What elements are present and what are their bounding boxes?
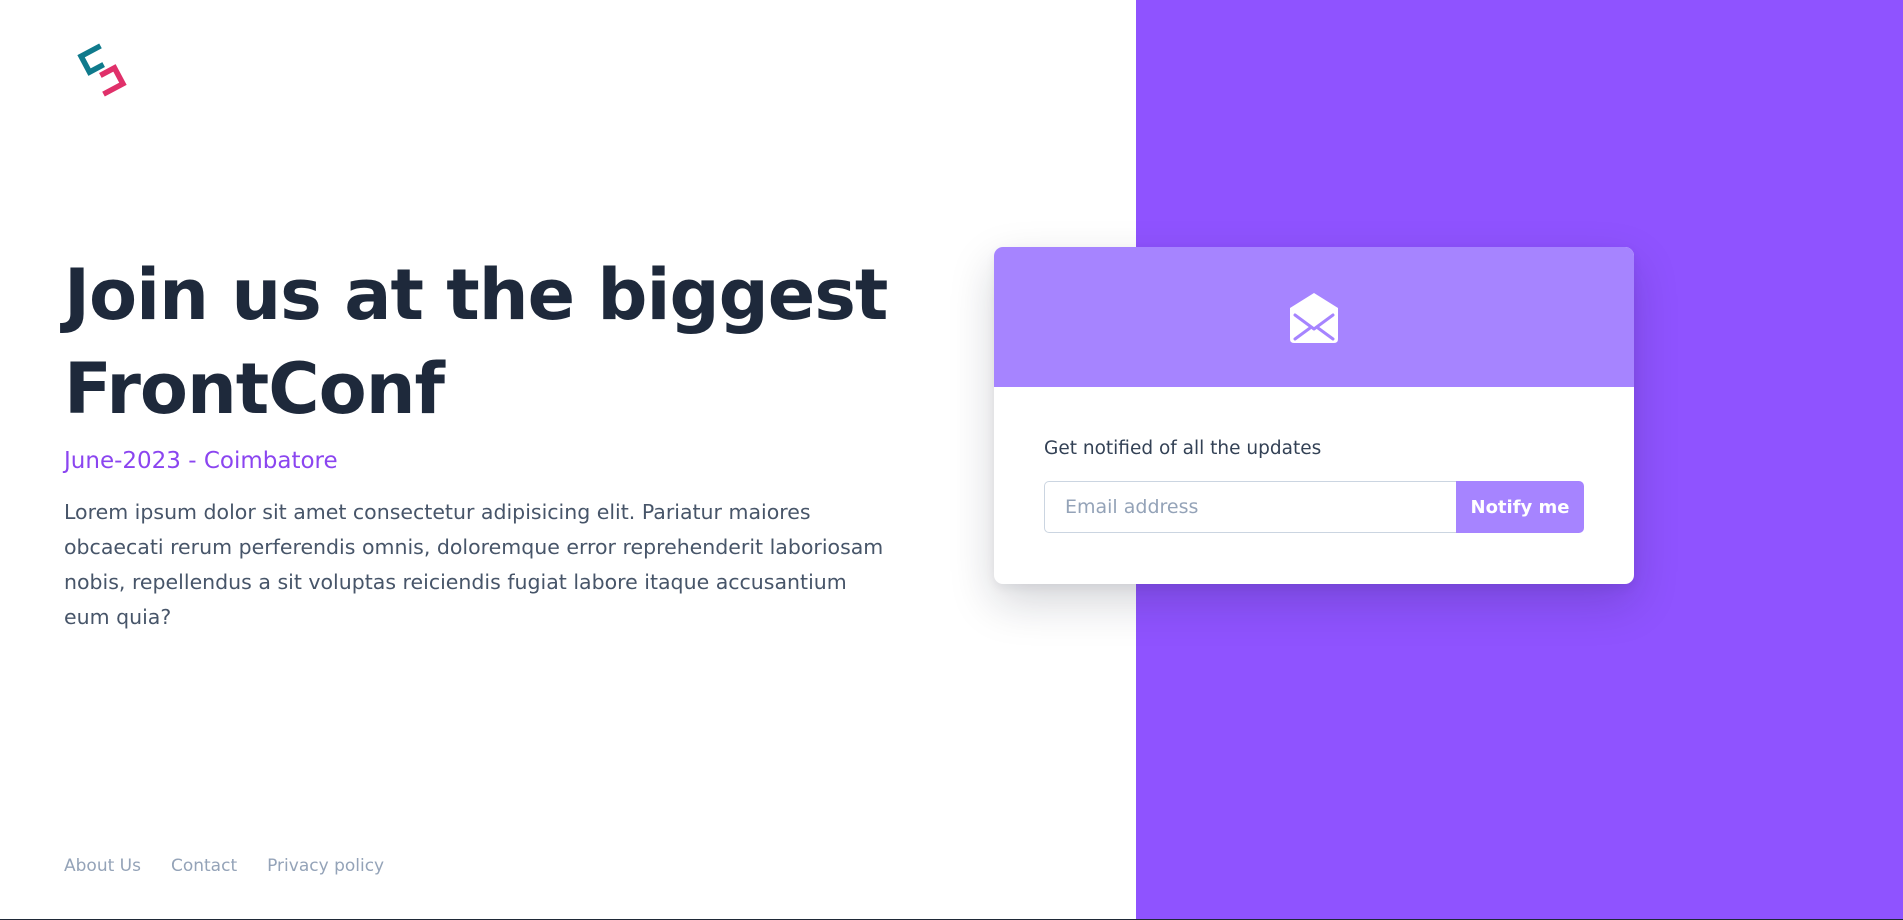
footer-link-contact[interactable]: Contact: [171, 855, 237, 877]
page-title: Join us at the biggest FrontConf: [64, 254, 888, 430]
landing-page: Join us at the biggest FrontConf June-20…: [0, 0, 1903, 920]
event-date-location: June-2023 - Coimbatore: [64, 448, 338, 474]
footer-link-privacy-policy[interactable]: Privacy policy: [267, 855, 384, 877]
signup-label: Get notified of all the updates: [1044, 438, 1322, 459]
email-input[interactable]: [1044, 481, 1456, 533]
footer-nav: About Us Contact Privacy policy: [64, 855, 384, 877]
signup-card: Get notified of all the updates Notify m…: [994, 247, 1634, 584]
footer-link-about-us[interactable]: About Us: [64, 855, 141, 877]
s-logo-icon[interactable]: [76, 40, 128, 100]
signup-card-body: Get notified of all the updates Notify m…: [994, 387, 1634, 533]
envelope-open-icon: [1290, 293, 1338, 343]
signup-card-header: [994, 247, 1634, 387]
notify-me-button[interactable]: Notify me: [1456, 481, 1584, 533]
event-description: Lorem ipsum dolor sit amet consectetur a…: [64, 500, 884, 629]
signup-form: Notify me: [1044, 481, 1584, 533]
